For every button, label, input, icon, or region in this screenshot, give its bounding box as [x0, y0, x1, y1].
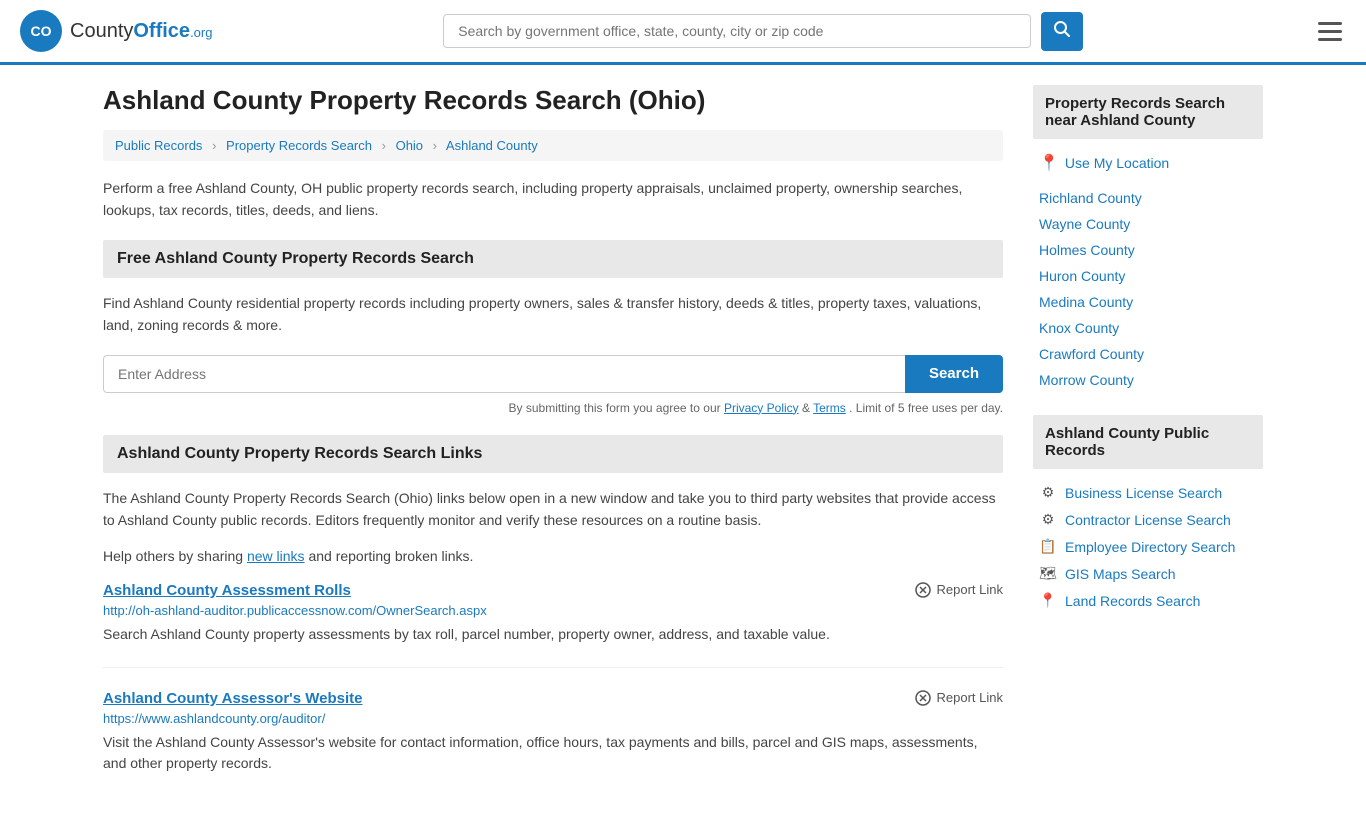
logo-area: CO CountyOffice.org — [20, 10, 212, 52]
privacy-policy-link[interactable]: Privacy Policy — [724, 401, 799, 415]
breadcrumb-public-records[interactable]: Public Records — [115, 138, 202, 153]
sidebar-counties: Richland CountyWayne CountyHolmes County… — [1033, 185, 1263, 393]
sidebar-county-link[interactable]: Richland County — [1033, 185, 1263, 211]
breadcrumb-ashland-county[interactable]: Ashland County — [446, 138, 538, 153]
report-link-label: Report Link — [937, 690, 1003, 705]
sidebar-public-records: Ashland County Public Records ⚙ Business… — [1033, 415, 1263, 614]
sidebar-pub-label: Land Records Search — [1065, 593, 1200, 609]
hamburger-line — [1318, 38, 1342, 41]
report-icon — [915, 690, 931, 706]
sidebar-pub-label: GIS Maps Search — [1065, 566, 1176, 582]
links-section-header: Ashland County Property Records Search L… — [103, 435, 1003, 473]
sidebar-pub-item[interactable]: 📍 Land Records Search — [1033, 587, 1263, 614]
sidebar-county-link[interactable]: Knox County — [1033, 315, 1263, 341]
links-section-description: The Ashland County Property Records Sear… — [103, 487, 1003, 532]
report-link-button[interactable]: Report Link — [915, 582, 1003, 598]
sidebar-pub-items: ⚙ Business License Search ⚙ Contractor L… — [1033, 479, 1263, 614]
sidebar-nearby-title: Property Records Search near Ashland Cou… — [1033, 85, 1263, 139]
link-url[interactable]: http://oh-ashland-auditor.publicaccessno… — [103, 603, 1003, 618]
sidebar-pub-item[interactable]: ⚙ Business License Search — [1033, 479, 1263, 506]
sidebar-pub-item[interactable]: ⚙ Contractor License Search — [1033, 506, 1263, 533]
sidebar-pub-icon: ⚙ — [1039, 511, 1057, 528]
svg-text:CO: CO — [31, 23, 52, 39]
free-search-description: Find Ashland County residential property… — [103, 292, 1003, 337]
header: CO CountyOffice.org — [0, 0, 1366, 65]
link-description: Visit the Ashland County Assessor's webs… — [103, 732, 1003, 774]
sidebar-public-records-title: Ashland County Public Records — [1033, 415, 1263, 469]
sidebar-pub-label: Business License Search — [1065, 485, 1222, 501]
link-url[interactable]: https://www.ashlandcounty.org/auditor/ — [103, 711, 1003, 726]
page-wrap: Ashland County Property Records Search (… — [83, 65, 1283, 838]
sidebar-pub-item[interactable]: 🗺 GIS Maps Search — [1033, 560, 1263, 587]
report-link-label: Report Link — [937, 582, 1003, 597]
sidebar-pub-icon: 🗺 — [1039, 565, 1057, 582]
breadcrumb: Public Records › Property Records Search… — [103, 130, 1003, 161]
hamburger-menu-button[interactable] — [1314, 18, 1346, 45]
main-search-input[interactable] — [443, 14, 1031, 48]
page-title: Ashland County Property Records Search (… — [103, 85, 1003, 116]
link-item: Ashland County Assessor's Website Report… — [103, 690, 1003, 796]
free-search-header: Free Ashland County Property Records Sea… — [103, 240, 1003, 278]
hamburger-line — [1318, 22, 1342, 25]
link-item-header: Ashland County Assessment Rolls Report L… — [103, 582, 1003, 599]
sidebar: Property Records Search near Ashland Cou… — [1033, 85, 1263, 818]
sidebar-county-link[interactable]: Holmes County — [1033, 237, 1263, 263]
sidebar-pub-item[interactable]: 📋 Employee Directory Search — [1033, 533, 1263, 560]
report-icon — [915, 582, 931, 598]
logo-text: CountyOffice.org — [70, 20, 212, 43]
main-content: Ashland County Property Records Search (… — [103, 85, 1003, 818]
sidebar-county-link[interactable]: Medina County — [1033, 289, 1263, 315]
sidebar-pub-icon: ⚙ — [1039, 484, 1057, 501]
link-item-title[interactable]: Ashland County Assessment Rolls — [103, 582, 351, 599]
terms-link[interactable]: Terms — [813, 401, 846, 415]
breadcrumb-property-records[interactable]: Property Records Search — [226, 138, 372, 153]
links-section: Ashland County Property Records Search L… — [103, 435, 1003, 796]
use-my-location-button[interactable]: 📍 Use My Location — [1033, 149, 1263, 177]
link-item-title[interactable]: Ashland County Assessor's Website — [103, 690, 362, 707]
page-description: Perform a free Ashland County, OH public… — [103, 177, 1003, 222]
bc-sep: › — [212, 138, 216, 153]
sidebar-county-link[interactable]: Crawford County — [1033, 341, 1263, 367]
address-search-button[interactable]: Search — [905, 355, 1003, 393]
bc-sep: › — [433, 138, 437, 153]
link-items-container: Ashland County Assessment Rolls Report L… — [103, 582, 1003, 796]
link-item: Ashland County Assessment Rolls Report L… — [103, 582, 1003, 668]
sidebar-county-link[interactable]: Morrow County — [1033, 367, 1263, 393]
link-description: Search Ashland County property assessmen… — [103, 624, 1003, 645]
hamburger-line — [1318, 30, 1342, 33]
sidebar-county-link[interactable]: Huron County — [1033, 263, 1263, 289]
link-item-header: Ashland County Assessor's Website Report… — [103, 690, 1003, 707]
search-bar-area — [443, 12, 1083, 51]
sidebar-county-link[interactable]: Wayne County — [1033, 211, 1263, 237]
address-form: Search — [103, 355, 1003, 393]
help-text: Help others by sharing new links and rep… — [103, 545, 1003, 567]
address-input[interactable] — [103, 355, 905, 393]
new-links-link[interactable]: new links — [247, 548, 305, 564]
sidebar-pub-label: Contractor License Search — [1065, 512, 1231, 528]
sidebar-pub-label: Employee Directory Search — [1065, 539, 1235, 555]
logo-icon: CO — [20, 10, 62, 52]
sidebar-pub-icon: 📋 — [1039, 538, 1057, 555]
main-search-button[interactable] — [1041, 12, 1083, 51]
form-note: By submitting this form you agree to our… — [103, 401, 1003, 415]
report-link-button[interactable]: Report Link — [915, 690, 1003, 706]
bc-sep: › — [382, 138, 386, 153]
sidebar-pub-icon: 📍 — [1039, 592, 1057, 609]
breadcrumb-ohio[interactable]: Ohio — [396, 138, 423, 153]
free-search-section: Free Ashland County Property Records Sea… — [103, 240, 1003, 415]
location-icon: 📍 — [1039, 153, 1059, 173]
